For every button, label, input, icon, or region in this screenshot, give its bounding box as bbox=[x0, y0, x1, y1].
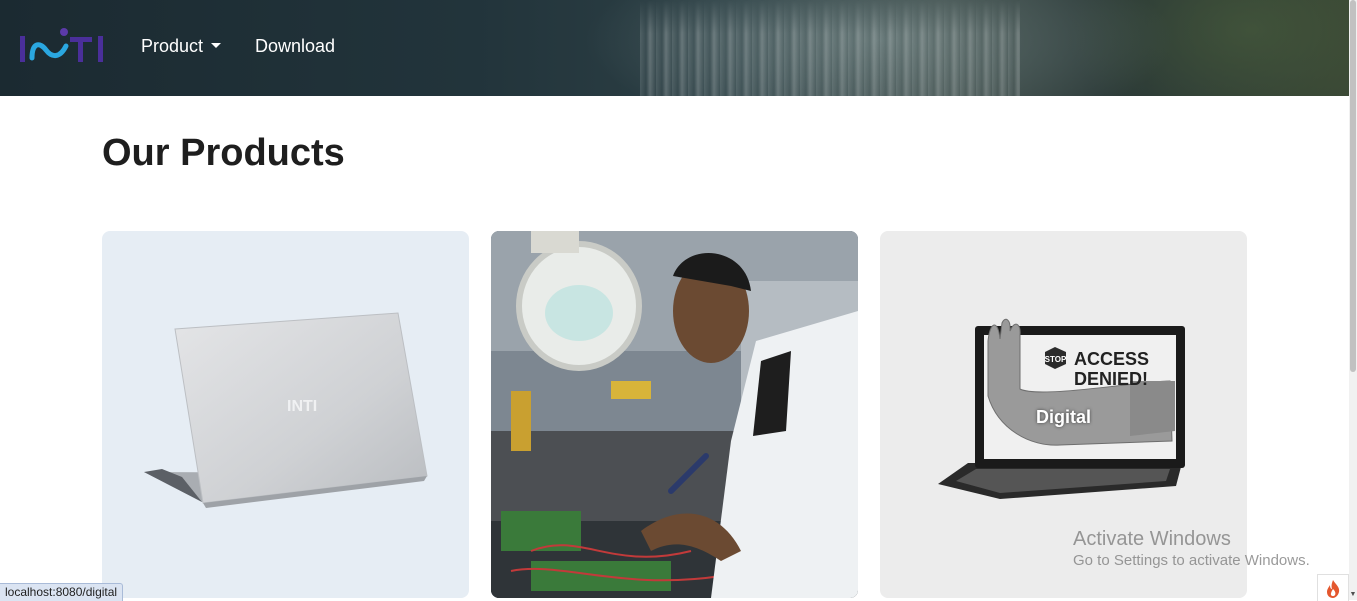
scrollbar-thumb[interactable] bbox=[1350, 0, 1356, 372]
page-scrollbar[interactable]: ▼ bbox=[1349, 0, 1357, 600]
nav-product-label: Product bbox=[141, 36, 204, 56]
brand-logo[interactable] bbox=[18, 24, 108, 68]
page-title: Our Products bbox=[102, 132, 345, 174]
scroll-down-icon[interactable]: ▼ bbox=[1349, 590, 1357, 600]
header-background-waterfall bbox=[640, 0, 1020, 96]
stop-sign-text: STOP bbox=[1045, 355, 1067, 364]
site-header: Product Download bbox=[0, 0, 1349, 96]
windows-activation-watermark: Activate Windows Go to Settings to activ… bbox=[1073, 527, 1310, 571]
status-bar-url: localhost:8080/digital bbox=[0, 583, 124, 601]
nav-download-link[interactable]: Download bbox=[255, 35, 335, 57]
chevron-down-icon bbox=[211, 43, 222, 48]
product-card-engineer[interactable] bbox=[491, 231, 858, 598]
engineer-soldering-image bbox=[491, 231, 858, 598]
activate-windows-title: Activate Windows bbox=[1073, 528, 1231, 550]
denied-text: DENIED! bbox=[1074, 369, 1148, 389]
access-text: ACCESS bbox=[1074, 349, 1149, 369]
nav-product-dropdown[interactable]: Product bbox=[141, 35, 222, 57]
flame-icon[interactable] bbox=[1317, 574, 1349, 601]
laptop-logo-text: INTI bbox=[287, 398, 317, 415]
activate-windows-subtitle: Go to Settings to activate Windows. bbox=[1073, 552, 1310, 569]
card-caption-digital: Digital bbox=[1035, 407, 1091, 427]
laptop-image: INTI bbox=[144, 312, 428, 508]
product-card-laptop[interactable]: INTI bbox=[102, 231, 469, 598]
inti-logo-icon bbox=[20, 28, 103, 62]
